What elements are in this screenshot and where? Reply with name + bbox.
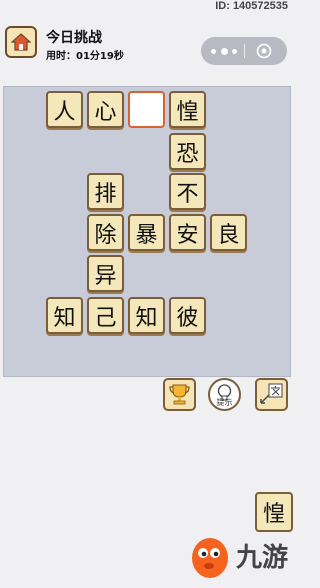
home-icon [11, 33, 31, 51]
board-cell[interactable]: 不 [169, 173, 206, 210]
board-cell[interactable]: 除 [87, 214, 124, 251]
board-cell[interactable]: 己 [87, 297, 124, 334]
board-cell[interactable]: 知 [46, 297, 83, 334]
elapsed-timer: 用时：01分19秒 [46, 51, 124, 62]
board-cell-selected[interactable] [128, 91, 165, 128]
board-cell[interactable]: 惶 [169, 91, 206, 128]
puzzle-board: 人 心 惶 恐 排 不 除 暴 安 良 异 知 己 知 彼 [3, 86, 291, 377]
ranking-button[interactable] [163, 378, 196, 411]
board-cell[interactable]: 良 [210, 214, 247, 251]
hint-label: 提示 [216, 398, 233, 407]
watermark-text: 九游 [236, 543, 289, 573]
share-button[interactable] [255, 378, 288, 411]
hint-button[interactable]: 提示 [208, 378, 241, 411]
board-cell[interactable]: 排 [87, 173, 124, 210]
page-title: 今日挑战 [46, 30, 102, 46]
board-cell[interactable]: 异 [87, 255, 124, 292]
home-button[interactable] [5, 26, 37, 58]
trophy-icon [169, 384, 190, 405]
board-cell[interactable]: 人 [46, 91, 83, 128]
board-cell[interactable]: 心 [87, 91, 124, 128]
board-cell[interactable]: 知 [128, 297, 165, 334]
user-id-label: ID: 140572535 [215, 0, 288, 12]
board-cell[interactable]: 彼 [169, 297, 206, 334]
board-cell[interactable]: 恐 [169, 133, 206, 170]
candidate-tile[interactable]: 惶 [255, 492, 293, 532]
text-share-icon [260, 383, 283, 404]
close-icon[interactable] [256, 43, 272, 59]
board-cell[interactable]: 安 [169, 214, 206, 251]
board-cell[interactable]: 暴 [128, 214, 165, 251]
capsule-divider [244, 44, 245, 58]
miniprogram-capsule [201, 37, 287, 65]
more-icon[interactable] [211, 44, 237, 58]
